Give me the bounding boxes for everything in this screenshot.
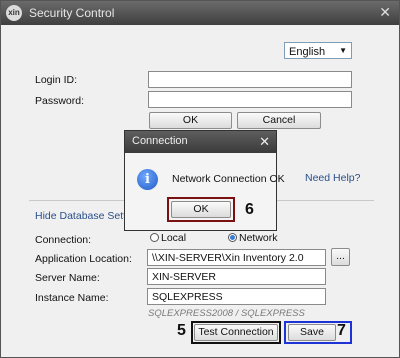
server-name-field[interactable]: XIN-SERVER — [147, 268, 326, 285]
app-logo-icon: xin — [6, 5, 22, 21]
save-button[interactable]: Save — [288, 324, 336, 341]
login-ok-button[interactable]: OK — [149, 112, 232, 129]
radio-local[interactable] — [150, 233, 159, 242]
password-label: Password: — [35, 95, 85, 107]
dialog-message: Network Connection OK — [172, 173, 285, 185]
server-name-label: Server Name: — [35, 272, 100, 284]
browse-button[interactable]: ... — [331, 248, 350, 266]
instance-name-label: Instance Name: — [35, 292, 109, 304]
close-icon[interactable]: ✕ — [379, 4, 391, 21]
instance-name-hint: SQLEXPRESS2008 / SQLEXPRESS — [148, 308, 305, 319]
dialog-ok-button[interactable]: OK — [171, 201, 231, 218]
dialog-close-icon[interactable]: ✕ — [259, 134, 270, 150]
login-id-label: Login ID: — [35, 74, 78, 86]
need-help-link[interactable]: Need Help? — [305, 172, 360, 184]
dialog-title-bar: Connection ✕ — [125, 131, 276, 153]
chevron-down-icon: ▼ — [339, 46, 347, 55]
language-select[interactable]: English ▼ — [284, 42, 352, 59]
security-control-window: xin Security Control ✕ English ▼ Login I… — [0, 0, 400, 358]
instance-name-field[interactable]: SQLEXPRESS — [147, 288, 326, 305]
language-selected: English — [289, 46, 326, 58]
info-icon: i — [137, 169, 158, 190]
dialog-title: Connection — [132, 135, 188, 147]
window-title: Security Control — [29, 6, 115, 20]
connection-label: Connection: — [35, 234, 92, 246]
application-location-field[interactable]: \\XIN-SERVER\Xin Inventory 2.0 — [147, 249, 326, 266]
radio-network[interactable] — [228, 233, 237, 242]
title-bar: xin Security Control ✕ — [1, 1, 399, 25]
connection-dialog: Connection ✕ i Network Connection OK OK … — [124, 130, 285, 231]
callout-7: 7 — [337, 322, 346, 339]
radio-network-label: Network — [239, 232, 278, 244]
application-location-label: Application Location: — [35, 253, 132, 265]
login-id-field[interactable] — [148, 71, 352, 88]
callout-5: 5 — [177, 322, 186, 339]
password-field[interactable] — [148, 91, 352, 108]
test-connection-button[interactable]: Test Connection — [194, 324, 278, 341]
radio-local-label: Local — [161, 232, 187, 244]
callout-6: 6 — [245, 201, 254, 218]
login-cancel-button[interactable]: Cancel — [237, 112, 321, 129]
